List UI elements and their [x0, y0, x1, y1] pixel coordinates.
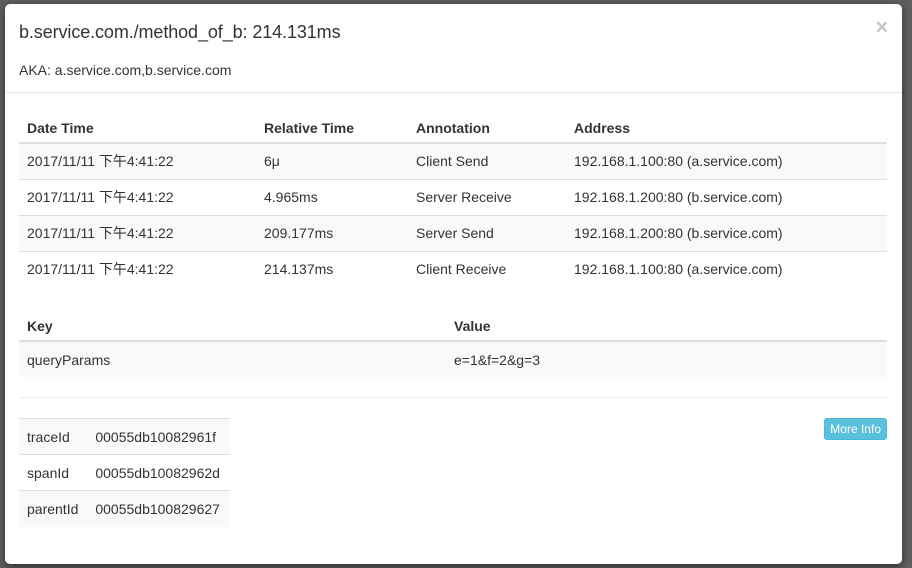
close-button[interactable]: × — [876, 17, 888, 38]
column-header-date-time: Date Time — [19, 107, 256, 144]
ids-section: More Info traceId 00055db10082961f spanI… — [19, 418, 887, 527]
date-time-cell: 2017/11/11 下午4:41:22 — [19, 178, 256, 215]
key-cell: queryParams — [19, 340, 446, 377]
column-header-key: Key — [19, 305, 446, 342]
binary-annotations-table: Key Value queryParams e=1&f=2&g=3 — [19, 305, 887, 377]
id-key-cell: traceId — [19, 418, 88, 455]
table-row: 2017/11/11 下午4:41:22 4.965ms Server Rece… — [19, 178, 887, 215]
modal-body: Date Time Relative Time Annotation Addre… — [5, 93, 902, 527]
modal-header: b.service.com./method_of_b: 214.131ms AK… — [5, 4, 902, 93]
address-cell: 192.168.1.100:80 (a.service.com) — [566, 250, 887, 287]
date-time-cell: 2017/11/11 下午4:41:22 — [19, 142, 256, 179]
id-value-cell: 00055db10082961f — [87, 418, 230, 455]
table-row: 2017/11/11 下午4:41:22 214.137ms Client Re… — [19, 250, 887, 287]
address-cell: 192.168.1.100:80 (a.service.com) — [566, 142, 887, 179]
value-cell: e=1&f=2&g=3 — [446, 340, 887, 377]
table-row: queryParams e=1&f=2&g=3 — [19, 340, 887, 377]
relative-time-cell: 6μ — [256, 142, 408, 179]
annotations-header-row: Date Time Relative Time Annotation Addre… — [19, 107, 887, 144]
annotation-cell: Client Send — [408, 142, 566, 179]
id-key-cell: parentId — [19, 490, 88, 527]
annotation-cell: Client Receive — [408, 250, 566, 287]
annotations-table: Date Time Relative Time Annotation Addre… — [19, 107, 887, 287]
address-cell: 192.168.1.200:80 (b.service.com) — [566, 214, 887, 251]
span-detail-modal: b.service.com./method_of_b: 214.131ms AK… — [5, 4, 902, 564]
column-header-address: Address — [566, 107, 887, 144]
ids-table: traceId 00055db10082961f spanId 00055db1… — [19, 418, 230, 527]
annotation-cell: Server Send — [408, 214, 566, 251]
table-row: 2017/11/11 下午4:41:22 209.177ms Server Se… — [19, 214, 887, 251]
id-value-cell: 00055db10082962d — [87, 454, 230, 491]
relative-time-cell: 4.965ms — [256, 178, 408, 215]
date-time-cell: 2017/11/11 下午4:41:22 — [19, 250, 256, 287]
annotation-cell: Server Receive — [408, 178, 566, 215]
relative-time-cell: 214.137ms — [256, 250, 408, 287]
more-info-button[interactable]: More Info — [824, 418, 887, 440]
table-row: 2017/11/11 下午4:41:22 6μ Client Send 192.… — [19, 142, 887, 179]
address-cell: 192.168.1.200:80 (b.service.com) — [566, 178, 887, 215]
relative-time-cell: 209.177ms — [256, 214, 408, 251]
section-divider — [19, 397, 887, 398]
column-header-value: Value — [446, 305, 887, 342]
table-row: parentId 00055db100829627 — [19, 490, 230, 527]
column-header-annotation: Annotation — [408, 107, 566, 144]
modal-title: b.service.com./method_of_b: 214.131ms — [19, 22, 341, 42]
binary-annotations-header-row: Key Value — [19, 305, 887, 342]
date-time-cell: 2017/11/11 下午4:41:22 — [19, 214, 256, 251]
table-row: spanId 00055db10082962d — [19, 454, 230, 491]
table-row: traceId 00055db10082961f — [19, 418, 230, 455]
id-key-cell: spanId — [19, 454, 88, 491]
id-value-cell: 00055db100829627 — [87, 490, 230, 527]
aka-label: AKA: a.service.com,b.service.com — [19, 62, 232, 78]
column-header-relative-time: Relative Time — [256, 107, 408, 144]
